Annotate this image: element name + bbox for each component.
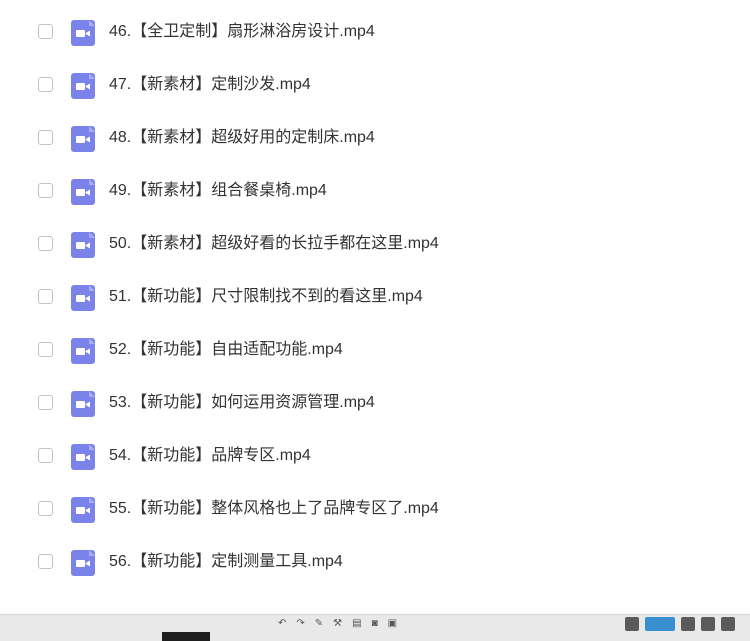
avatar[interactable] bbox=[625, 617, 639, 631]
file-name[interactable]: 55.【新功能】整体风格也上了品牌专区了.mp4 bbox=[109, 499, 439, 519]
file-checkbox[interactable] bbox=[38, 554, 53, 569]
file-checkbox[interactable] bbox=[38, 342, 53, 357]
image-button[interactable]: ▣ bbox=[388, 618, 397, 629]
undo-button[interactable]: ↶ bbox=[278, 618, 286, 629]
list-item[interactable]: 47.【新素材】定制沙发.mp4 bbox=[0, 59, 750, 112]
camera-button[interactable]: ◙ bbox=[372, 618, 378, 629]
save-as-icon[interactable] bbox=[701, 617, 715, 631]
list-item[interactable]: 49.【新素材】组合餐桌椅.mp4 bbox=[0, 165, 750, 218]
list-item[interactable]: 46.【全卫定制】扇形淋浴房设计.mp4 bbox=[0, 6, 750, 59]
status-badge[interactable] bbox=[645, 617, 675, 631]
file-checkbox[interactable] bbox=[38, 183, 53, 198]
wrench-button[interactable]: ⚒ bbox=[333, 618, 342, 629]
list-item[interactable]: 54.【新功能】品牌专区.mp4 bbox=[0, 430, 750, 483]
file-name[interactable]: 51.【新功能】尺寸限制找不到的看这里.mp4 bbox=[109, 287, 423, 307]
file-checkbox[interactable] bbox=[38, 501, 53, 516]
file-name[interactable]: 50.【新素材】超级好看的长拉手都在这里.mp4 bbox=[109, 234, 439, 254]
redo-icon: ↷ bbox=[296, 618, 305, 629]
video-file-icon bbox=[71, 20, 95, 46]
tools-button[interactable]: ▤ bbox=[352, 618, 361, 629]
list-item[interactable]: 55.【新功能】整体风格也上了品牌专区了.mp4 bbox=[0, 483, 750, 536]
file-name[interactable]: 46.【全卫定制】扇形淋浴房设计.mp4 bbox=[109, 22, 375, 42]
right-tools bbox=[625, 617, 735, 631]
video-file-icon bbox=[71, 444, 95, 470]
file-name[interactable]: 56.【新功能】定制测量工具.mp4 bbox=[109, 552, 343, 572]
tools-icon: ▤ bbox=[352, 618, 362, 629]
list-item[interactable]: 51.【新功能】尺寸限制找不到的看这里.mp4 bbox=[0, 271, 750, 324]
video-file-icon bbox=[71, 73, 95, 99]
redo-button[interactable]: ↷ bbox=[296, 618, 304, 629]
file-checkbox[interactable] bbox=[38, 77, 53, 92]
video-file-icon bbox=[71, 232, 95, 258]
video-file-icon bbox=[71, 497, 95, 523]
list-item[interactable]: 48.【新素材】超级好用的定制床.mp4 bbox=[0, 112, 750, 165]
file-name[interactable]: 49.【新素材】组合餐桌椅.mp4 bbox=[109, 181, 327, 201]
file-checkbox[interactable] bbox=[38, 130, 53, 145]
list-item[interactable]: 53.【新功能】如何运用资源管理.mp4 bbox=[0, 377, 750, 430]
undo-icon: ↶ bbox=[278, 618, 287, 629]
image-icon: ▣ bbox=[387, 618, 398, 629]
camera-icon: ◙ bbox=[371, 618, 378, 629]
file-name[interactable]: 47.【新素材】定制沙发.mp4 bbox=[109, 75, 311, 95]
file-checkbox[interactable] bbox=[38, 289, 53, 304]
video-file-icon bbox=[71, 391, 95, 417]
file-checkbox[interactable] bbox=[38, 395, 53, 410]
video-file-icon bbox=[71, 285, 95, 311]
file-name[interactable]: 48.【新素材】超级好用的定制床.mp4 bbox=[109, 128, 375, 148]
file-checkbox[interactable] bbox=[38, 448, 53, 463]
file-list: 46.【全卫定制】扇形淋浴房设计.mp4 47.【新素材】定制沙发.mp4 48… bbox=[0, 6, 750, 589]
list-item[interactable]: 56.【新功能】定制测量工具.mp4 bbox=[0, 536, 750, 589]
bottom-toolbar: ↶ ↷ ✎ ⚒ ▤ ◙ ▣ bbox=[0, 614, 750, 641]
list-item[interactable]: 50.【新素材】超级好看的长拉手都在这里.mp4 bbox=[0, 218, 750, 271]
video-file-icon bbox=[71, 126, 95, 152]
toolbar-icons: ↶ ↷ ✎ ⚒ ▤ ◙ ▣ bbox=[278, 618, 397, 629]
file-name[interactable]: 53.【新功能】如何运用资源管理.mp4 bbox=[109, 393, 375, 413]
video-file-icon bbox=[71, 338, 95, 364]
save-icon[interactable] bbox=[681, 617, 695, 631]
brush-button[interactable]: ✎ bbox=[315, 618, 323, 629]
brush-icon: ✎ bbox=[314, 618, 324, 629]
list-item[interactable]: 52.【新功能】自由适配功能.mp4 bbox=[0, 324, 750, 377]
video-file-icon bbox=[71, 550, 95, 576]
file-checkbox[interactable] bbox=[38, 236, 53, 251]
wrench-icon: ⚒ bbox=[333, 618, 343, 629]
video-file-icon bbox=[71, 179, 95, 205]
file-name[interactable]: 54.【新功能】品牌专区.mp4 bbox=[109, 446, 311, 466]
file-name[interactable]: 52.【新功能】自由适配功能.mp4 bbox=[109, 340, 343, 360]
help-icon[interactable] bbox=[721, 617, 735, 631]
file-checkbox[interactable] bbox=[38, 24, 53, 39]
